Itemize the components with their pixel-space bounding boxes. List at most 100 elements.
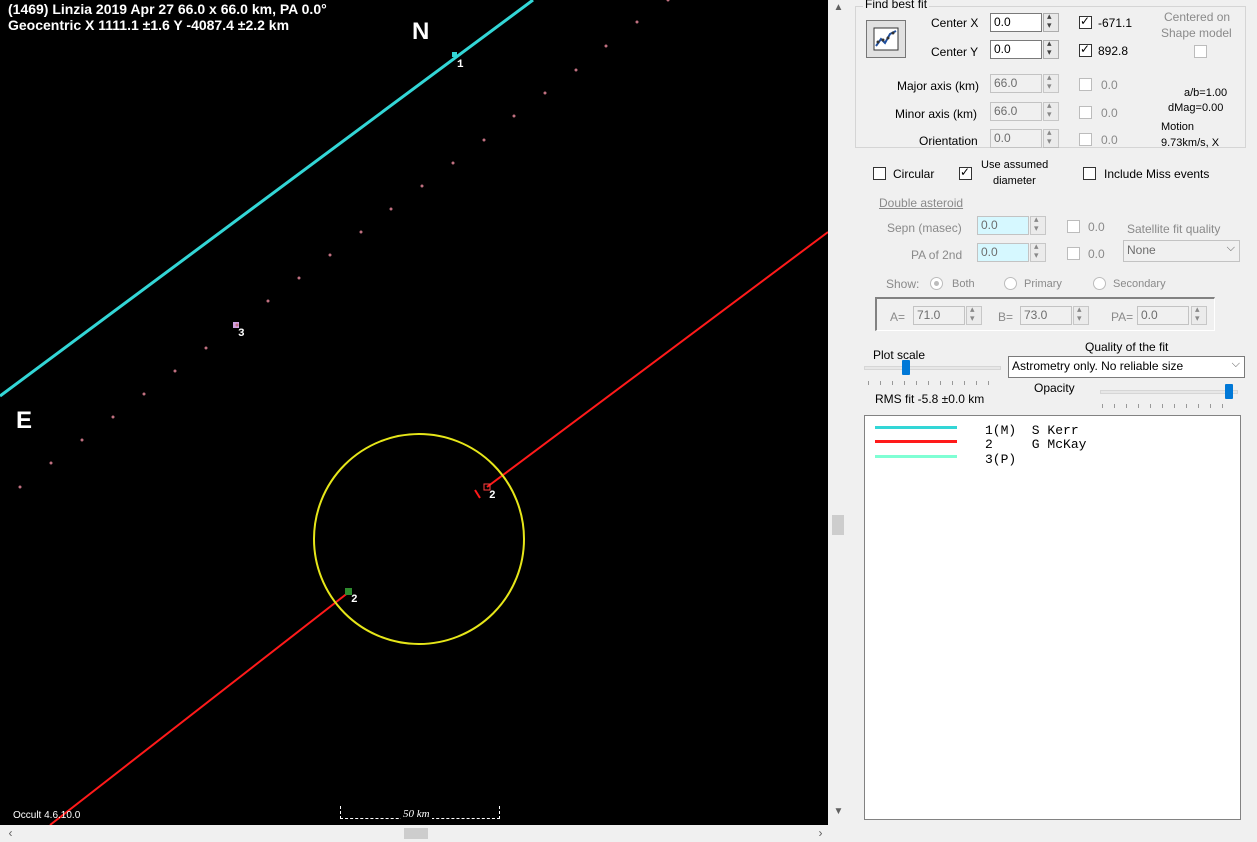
- path-dot: [173, 369, 177, 373]
- orientation-input[interactable]: 0.0: [990, 129, 1042, 148]
- scale-bar: 50 km: [340, 806, 500, 820]
- sepn-checkbox[interactable]: [1067, 220, 1080, 233]
- fit-chart-icon: [873, 27, 899, 51]
- satellite-fit-quality-label: Satellite fit quality: [1127, 222, 1221, 236]
- sepn-spinner[interactable]: [1030, 214, 1046, 235]
- major-axis-checkbox[interactable]: [1079, 78, 1092, 91]
- opacity-track[interactable]: [1100, 390, 1238, 394]
- opacity-label: Opacity: [1034, 381, 1075, 395]
- motion-label: Motion: [1161, 121, 1195, 133]
- include-miss-checkbox[interactable]: [1083, 167, 1096, 180]
- major-axis-input[interactable]: 66.0: [990, 74, 1042, 93]
- center-y-spinner[interactable]: [1043, 38, 1059, 59]
- pa-spinner[interactable]: [1191, 304, 1207, 325]
- a-spinner[interactable]: [966, 304, 982, 325]
- satellite-fit-quality-value: None: [1127, 243, 1156, 257]
- pa-2nd-input[interactable]: 0.0: [977, 243, 1029, 262]
- show-secondary-radio[interactable]: [1093, 277, 1106, 290]
- quality-of-fit-select[interactable]: Astrometry only. No reliable size ⌵: [1008, 356, 1245, 378]
- sepn-result: 0.0: [1088, 220, 1105, 234]
- pa-label: PA=: [1111, 310, 1134, 324]
- path-dot: [359, 230, 363, 234]
- pa-2nd-spinner[interactable]: [1030, 241, 1046, 262]
- shape-model-checkbox[interactable]: [1194, 45, 1207, 58]
- plot-scale-track[interactable]: [864, 366, 1001, 370]
- path-dot: [111, 415, 115, 419]
- observer-legend[interactable]: 1(M) S Kerr 2 G McKay 3(P): [864, 415, 1241, 820]
- pa-2nd-label: PA of 2nd: [911, 248, 963, 262]
- plot-scale-ticks: [868, 381, 998, 385]
- east-label: E: [16, 407, 33, 434]
- show-primary-radio[interactable]: [1004, 277, 1017, 290]
- path-dot: [451, 161, 455, 165]
- vertical-scroll-thumb[interactable]: [832, 515, 844, 535]
- path-dot: [635, 20, 639, 24]
- circular-label: Circular: [893, 167, 935, 181]
- double-asteroid-label: Double asteroid: [879, 196, 964, 210]
- sepn-input[interactable]: 0.0: [977, 216, 1029, 235]
- horizontal-scroll-thumb[interactable]: [404, 828, 428, 839]
- minor-axis-checkbox[interactable]: [1079, 106, 1092, 119]
- legend-entry: 1(M) S Kerr: [985, 423, 1079, 438]
- path-dot: [49, 461, 53, 465]
- satellite-fit-quality-select[interactable]: None ⌵: [1123, 240, 1240, 262]
- circular-checkbox[interactable]: [873, 167, 886, 180]
- scroll-left-icon[interactable]: ‹: [2, 825, 19, 842]
- center-x-input[interactable]: 0.0: [990, 13, 1042, 32]
- diameter-label: diameter: [993, 175, 1036, 187]
- vertical-scrollbar[interactable]: ▲ ▼: [828, 0, 849, 825]
- center-y-label: Center Y: [931, 45, 979, 59]
- scroll-up-icon[interactable]: ▲: [828, 2, 849, 19]
- a-input[interactable]: 71.0: [913, 306, 965, 325]
- a-label: A=: [890, 310, 906, 324]
- legend-swatch: [875, 426, 957, 429]
- path-dot: [512, 114, 516, 118]
- minor-axis-spinner[interactable]: [1043, 100, 1059, 121]
- b-label: B=: [998, 310, 1014, 324]
- quality-of-fit-value: Astrometry only. No reliable size: [1012, 359, 1184, 373]
- center-y-checkbox[interactable]: [1079, 42, 1092, 57]
- major-axis-spinner[interactable]: [1043, 72, 1059, 93]
- orientation-result: 0.0: [1101, 133, 1118, 147]
- chevron-down-icon: ⌵: [1226, 242, 1235, 254]
- scroll-down-icon[interactable]: ▼: [828, 806, 849, 823]
- version-label: Occult 4.6.10.0: [13, 810, 81, 821]
- plot-scale-thumb[interactable]: [902, 360, 910, 375]
- sepn-label: Sepn (masec): [887, 221, 962, 235]
- major-axis-result: 0.0: [1101, 78, 1118, 92]
- scroll-right-icon[interactable]: ›: [812, 825, 829, 842]
- plot-canvas: [0, 0, 828, 825]
- orientation-label: Orientation: [919, 134, 978, 148]
- orientation-checkbox[interactable]: [1079, 133, 1092, 146]
- use-assumed-diameter-checkbox[interactable]: [959, 165, 972, 180]
- find-best-fit-label: Find best fit: [863, 0, 930, 11]
- include-miss-label: Include Miss events: [1104, 167, 1210, 181]
- occultation-plot[interactable]: (1469) Linzia 2019 Apr 27 66.0 x 66.0 km…: [0, 0, 828, 825]
- use-assumed-label: Use assumed: [981, 159, 1049, 171]
- show-both-radio[interactable]: [930, 277, 943, 290]
- asteroid-limb: [313, 433, 525, 645]
- motion-value: 9.73km/s, X: [1161, 137, 1220, 149]
- path-dot: [666, 0, 670, 2]
- chord-1-marker: [452, 52, 457, 57]
- minor-axis-label: Minor axis (km): [895, 107, 978, 121]
- center-y-input[interactable]: 0.0: [990, 40, 1042, 59]
- path-dot: [574, 68, 578, 72]
- ab-ratio: a/b=1.00: [1184, 87, 1228, 99]
- find-best-fit-button[interactable]: [866, 20, 906, 58]
- b-input[interactable]: 73.0: [1020, 306, 1072, 325]
- center-x-checkbox[interactable]: [1079, 14, 1092, 29]
- orientation-spinner[interactable]: [1043, 127, 1059, 148]
- pa-2nd-checkbox[interactable]: [1067, 247, 1080, 260]
- pa-input[interactable]: 0.0: [1137, 306, 1189, 325]
- center-x-spinner[interactable]: [1043, 11, 1059, 32]
- chord-2-line-upper: [486, 231, 828, 488]
- minor-axis-input[interactable]: 66.0: [990, 102, 1042, 121]
- horizontal-scrollbar[interactable]: ‹ ›: [0, 825, 849, 842]
- legend-swatch: [875, 455, 957, 458]
- b-spinner[interactable]: [1073, 304, 1089, 325]
- path-dot: [235, 323, 239, 327]
- opacity-thumb[interactable]: [1225, 384, 1233, 399]
- scale-label: 50 km: [401, 808, 432, 820]
- legend-entry: 2 G McKay: [985, 437, 1087, 452]
